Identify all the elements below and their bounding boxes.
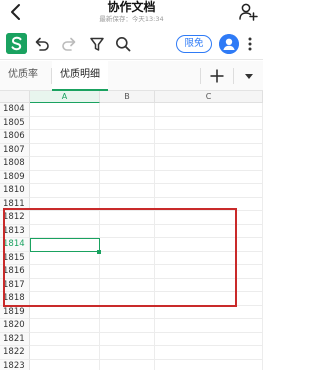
add-user-icon[interactable] [238, 2, 258, 22]
search-icon[interactable] [114, 35, 132, 53]
row-header[interactable]: 1820 [0, 319, 30, 333]
more-icon[interactable] [247, 36, 253, 52]
redo-icon[interactable] [60, 35, 78, 53]
row-header[interactable]: 1809 [0, 170, 30, 184]
row-header[interactable]: 1804 [0, 103, 30, 117]
app-logo-icon[interactable] [6, 33, 27, 54]
row-header[interactable]: 1808 [0, 157, 30, 171]
row-header[interactable]: 1810 [0, 184, 30, 198]
title-bar: 协作文档 最新保存：今天13:34 [0, 0, 263, 28]
column-header-a[interactable]: A [30, 91, 100, 103]
column-header-b[interactable]: B [100, 91, 155, 103]
avatar-icon[interactable] [219, 34, 239, 54]
sheet-menu-caret-icon[interactable] [245, 74, 253, 79]
sheet-tabs: 优质率 优质明细 [0, 61, 263, 91]
toolbar: 限免 [0, 30, 263, 60]
column-header-c[interactable]: C [155, 91, 263, 103]
row-gridline [30, 142, 263, 144]
row-header[interactable]: 1823 [0, 359, 30, 370]
row-header[interactable]: 1806 [0, 130, 30, 144]
select-all-corner[interactable] [0, 91, 30, 103]
row-header[interactable]: 1805 [0, 116, 30, 130]
add-sheet-icon[interactable] [209, 68, 225, 84]
row-gridline [30, 358, 263, 360]
undo-icon[interactable] [33, 35, 51, 53]
row-gridline [30, 115, 263, 117]
row-gridline [30, 169, 263, 171]
row-gridline [30, 129, 263, 130]
tab-divider [200, 68, 201, 84]
row-gridline [30, 345, 263, 346]
save-status: 最新保存：今天13:34 [99, 15, 164, 23]
row-gridline [30, 331, 263, 333]
row-gridline [30, 183, 263, 184]
highlight-annotation-box [3, 208, 237, 307]
filter-icon[interactable] [88, 35, 106, 53]
tab-divider [233, 68, 234, 84]
row-gridline [30, 156, 263, 157]
row-gridline [30, 196, 263, 198]
spreadsheet-grid[interactable]: A B C 1804 1805 1806 1807 1808 1809 1810 1811 1812 1… [0, 91, 263, 370]
row-header[interactable]: 1807 [0, 143, 30, 157]
row-header[interactable]: 1822 [0, 346, 30, 360]
row-header[interactable]: 1819 [0, 305, 30, 319]
row-gridline [30, 318, 263, 319]
tab-quality-rate[interactable]: 优质率 [0, 61, 46, 91]
limited-free-button[interactable]: 限免 [176, 35, 212, 53]
tab-quality-details[interactable]: 优质明细 [52, 61, 108, 91]
document-title: 协作文档 [107, 0, 156, 14]
row-header[interactable]: 1821 [0, 332, 30, 346]
